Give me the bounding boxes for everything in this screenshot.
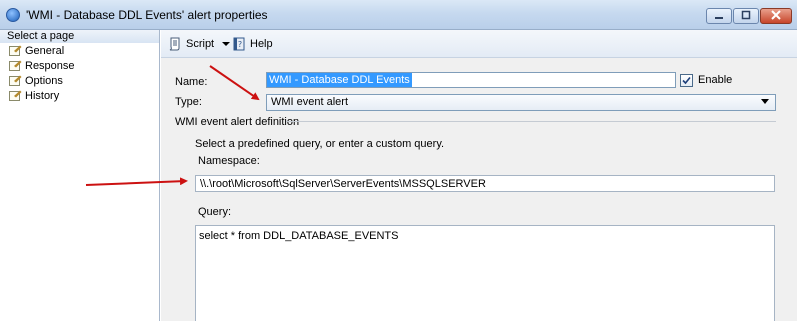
red-arrow-icon (85, 177, 188, 186)
annotation-arrows (85, 65, 260, 186)
red-arrow-icon (209, 65, 260, 101)
